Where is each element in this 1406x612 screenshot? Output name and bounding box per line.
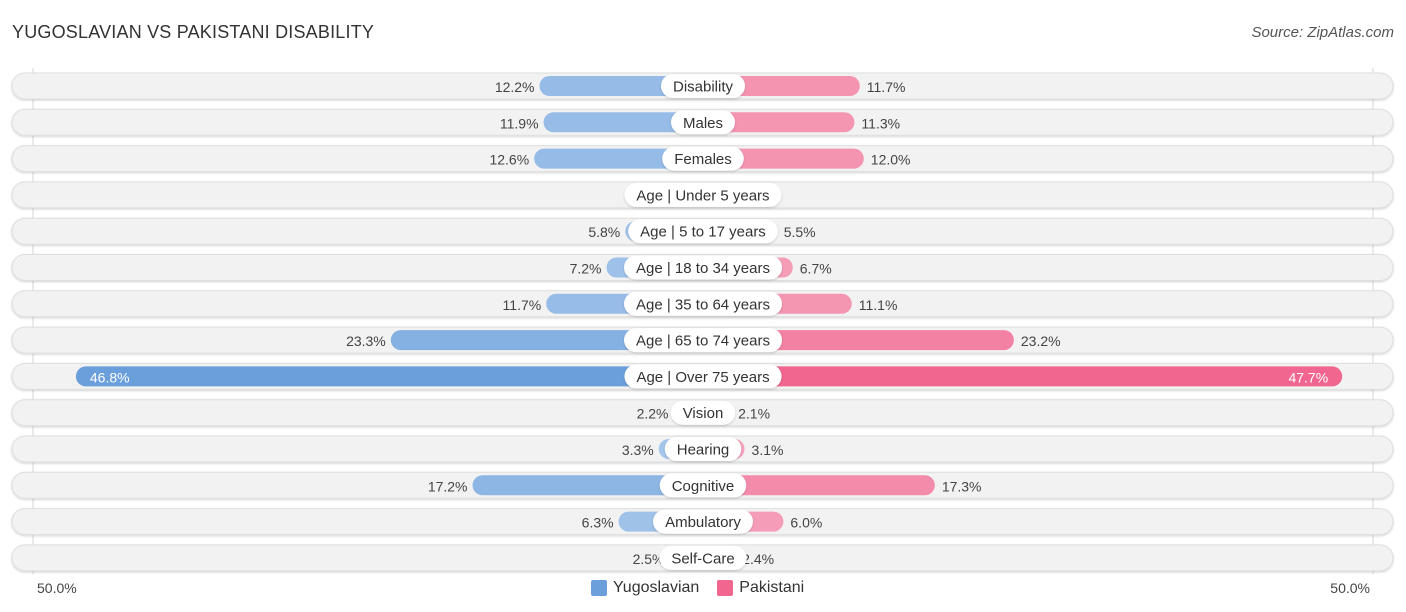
bar-yugoslavian <box>75 366 713 387</box>
chart-row: 11.7% 11.1% Age | 35 to 64 years <box>11 290 1394 318</box>
chart-row: 46.8% 47.7% Age | Over 75 years <box>11 362 1394 390</box>
value-label-yugoslavian: 23.3% <box>346 333 386 349</box>
value-label-pakistani: 11.1% <box>859 297 898 313</box>
legend-label-pakistani: Pakistani <box>739 579 805 596</box>
chart-row: 12.2% 11.7% Disability <box>11 72 1394 100</box>
category-label: Age | 5 to 17 years <box>640 224 766 241</box>
bar-pakistani <box>693 366 1343 387</box>
chart-row: 23.3% 23.2% Age | 65 to 74 years <box>11 326 1394 354</box>
value-label-pakistani: 12.0% <box>871 152 911 168</box>
value-label-yugoslavian: 6.3% <box>582 515 614 531</box>
category-label: Males <box>683 115 723 132</box>
category-label: Self-Care <box>671 550 734 567</box>
category-label: Age | 18 to 34 years <box>636 260 770 277</box>
category-label: Cognitive <box>672 478 735 495</box>
category-label: Hearing <box>677 442 730 459</box>
value-label-pakistani: 3.1% <box>752 442 784 458</box>
chart-row: 11.9% 11.3% Males <box>11 108 1394 136</box>
legend-label-yugoslavian: Yugoslavian <box>613 579 700 596</box>
chart-row: 17.2% 17.3% Cognitive <box>11 471 1394 499</box>
value-label-pakistani: 6.7% <box>800 261 832 277</box>
value-label-yugoslavian: 5.8% <box>588 224 620 240</box>
legend-swatch-pakistani <box>717 580 734 596</box>
value-label-yugoslavian: 7.2% <box>570 261 602 277</box>
value-label-pakistani: 6.0% <box>790 515 822 531</box>
value-label-yugoslavian: 12.6% <box>489 152 529 168</box>
diverging-bar-chart: 12.2% 11.7% Disability 11.9% 11.3% Males 12.6%… <box>11 68 1394 574</box>
value-label-yugoslavian: 2.2% <box>637 406 669 422</box>
chart-row: 5.8% 5.5% Age | 5 to 17 years <box>11 217 1394 245</box>
category-label: Ambulatory <box>665 514 741 531</box>
value-label-yugoslavian: 3.3% <box>622 442 654 458</box>
category-label: Females <box>674 151 732 168</box>
value-label-pakistani: 23.2% <box>1021 333 1061 349</box>
chart-row: 7.2% 6.7% Age | 18 to 34 years <box>11 254 1394 281</box>
legend-swatch-yugoslavian <box>591 580 607 596</box>
value-label-pakistani: 47.7% <box>1288 369 1328 385</box>
chart-row: 2.5% 2.4%Self-Care <box>11 544 1394 572</box>
value-label-yugoslavian: 17.2% <box>428 478 468 494</box>
value-label-pakistani: 2.1% <box>738 406 770 422</box>
chart-row: 3.3% 3.1% Hearing <box>11 435 1394 463</box>
value-label-pakistani: 2.4% <box>742 551 774 567</box>
axis-min-label: 50.0% <box>37 580 77 596</box>
value-label-yugoslavian: 11.9% <box>500 115 539 131</box>
category-label: Disability <box>673 79 734 96</box>
category-label: Vision <box>683 405 724 422</box>
category-label: Age | 35 to 64 years <box>636 296 770 313</box>
axis-max-label: 50.0% <box>1330 580 1370 596</box>
legend-item-pakistani[interactable]: Pakistani <box>717 579 804 597</box>
value-label-yugoslavian: 46.8% <box>90 369 130 385</box>
chart-row: 2.2% 2.1% Vision <box>11 399 1394 427</box>
value-label-yugoslavian: 11.7% <box>503 297 542 313</box>
chart-row: 6.3% 6.0% Ambulatory <box>11 508 1394 536</box>
value-label-pakistani: 17.3% <box>942 478 982 494</box>
chart-row: 1.4%1.3%Age | Under 5 years <box>11 181 1394 209</box>
category-label: Age | Over 75 years <box>636 369 769 386</box>
value-label-pakistani: 5.5% <box>784 224 816 240</box>
category-label: Age | 65 to 74 years <box>636 333 770 350</box>
legend: Yugoslavian Pakistani <box>591 579 822 597</box>
chart-row: 12.6% 12.0% Females <box>11 145 1394 173</box>
category-label: Age | Under 5 years <box>636 187 769 204</box>
value-label-pakistani: 11.3% <box>861 115 900 131</box>
value-label-pakistani: 11.7% <box>867 79 906 95</box>
legend-item-yugoslavian[interactable]: Yugoslavian <box>591 579 699 597</box>
value-label-yugoslavian: 12.2% <box>495 79 535 95</box>
